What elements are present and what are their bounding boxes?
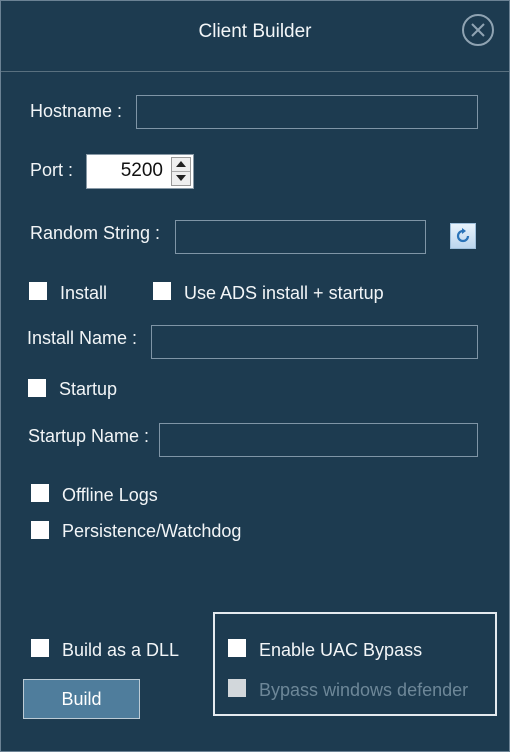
port-decrement-button[interactable] [172, 172, 190, 185]
offline-logs-checkbox[interactable] [31, 484, 49, 502]
offline-logs-label: Offline Logs [62, 485, 158, 505]
build-dll-label: Build as a DLL [62, 640, 180, 660]
startup-name-input[interactable] [159, 423, 478, 457]
bypass-defender-checkbox[interactable] [228, 679, 246, 697]
port-stepper-buttons [171, 157, 191, 186]
client-builder-window: Client Builder Hostname : Port : 5200 Ra… [0, 0, 510, 752]
close-icon [471, 23, 485, 37]
title-bar: Client Builder [1, 1, 509, 72]
startup-label: Startup [59, 379, 118, 399]
port-value[interactable]: 5200 [121, 160, 163, 182]
close-button[interactable] [462, 14, 494, 46]
window-title: Client Builder [198, 21, 312, 42]
hostname-label: Hostname : [30, 101, 123, 121]
uac-bypass-checkbox[interactable] [228, 639, 246, 657]
install-name-input[interactable] [151, 325, 478, 359]
install-name-label: Install Name : [27, 328, 138, 348]
install-label: Install [60, 283, 108, 303]
build-dll-checkbox[interactable] [31, 639, 49, 657]
regenerate-random-string-button[interactable] [450, 223, 476, 249]
persistence-label: Persistence/Watchdog [62, 521, 242, 541]
random-string-label: Random String : [30, 223, 161, 243]
ads-install-checkbox[interactable] [153, 282, 171, 300]
refresh-icon [456, 228, 470, 243]
port-label: Port : [30, 160, 74, 180]
startup-checkbox[interactable] [28, 379, 46, 397]
hostname-input[interactable] [136, 95, 478, 129]
bypass-defender-label: Bypass windows defender [259, 680, 469, 700]
ads-install-label: Use ADS install + startup [184, 283, 384, 303]
port-increment-button[interactable] [172, 158, 190, 172]
persistence-checkbox[interactable] [31, 521, 49, 539]
startup-name-label: Startup Name : [28, 426, 150, 446]
random-string-input[interactable] [175, 220, 426, 254]
install-checkbox[interactable] [29, 282, 47, 300]
port-stepper[interactable]: 5200 [86, 154, 194, 189]
build-button[interactable]: Build [23, 679, 140, 719]
uac-bypass-label: Enable UAC Bypass [259, 640, 423, 660]
